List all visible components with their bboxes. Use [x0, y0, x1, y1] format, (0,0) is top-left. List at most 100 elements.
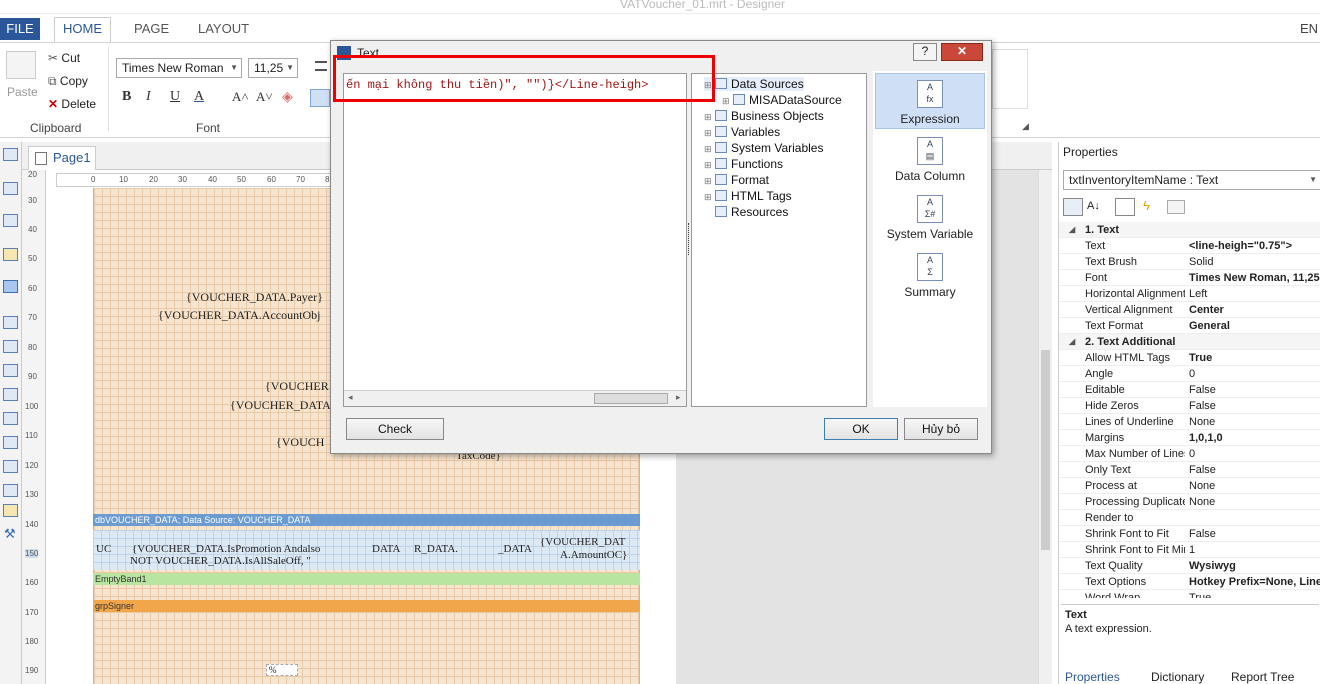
signer-band-header[interactable]: grpSigner: [93, 600, 640, 612]
voucher-short-field[interactable]: {VOUCH: [276, 435, 324, 450]
bold-icon[interactable]: B: [122, 89, 131, 105]
data-band-header[interactable]: dbVOUCHER_DATA; Data Source: VOUCHER_DAT…: [93, 514, 640, 526]
collapse-icon[interactable]: ◢: [1069, 222, 1075, 238]
property-value[interactable]: Times New Roman, 11,25: [1189, 270, 1320, 286]
property-value[interactable]: General: [1189, 318, 1320, 334]
property-value[interactable]: False: [1189, 382, 1320, 398]
italic-icon[interactable]: I: [146, 89, 151, 105]
row-cell[interactable]: A.AmountOC}: [560, 549, 627, 561]
sort-alpha-icon[interactable]: A↓: [1087, 200, 1100, 212]
expand-icon[interactable]: ⊞: [704, 112, 713, 123]
property-row[interactable]: Angle 0: [1059, 366, 1320, 382]
voucher-field[interactable]: {VOUCHER: [265, 379, 329, 394]
barcode-tool-icon[interactable]: [3, 484, 18, 497]
align-top-icon[interactable]: [315, 61, 327, 71]
property-value[interactable]: Left: [1189, 286, 1320, 302]
property-value[interactable]: False: [1189, 526, 1320, 542]
tree-node[interactable]: ⊞ MISADataSource: [722, 93, 842, 107]
copy-button[interactable]: ⧉ Copy: [48, 74, 88, 89]
grow-font-icon[interactable]: A˄: [232, 89, 249, 105]
summary-button[interactable]: A Σ Summary: [875, 247, 985, 303]
system-variable-button[interactable]: A Σ# System Variable: [875, 189, 985, 245]
voucher-data-field[interactable]: {VOUCHER_DATA: [230, 398, 331, 413]
font-size-combo[interactable]: 11,25 ▼: [248, 58, 298, 78]
row-cell[interactable]: UC: [96, 543, 111, 555]
scroll-thumb[interactable]: [594, 393, 668, 404]
data-column-button[interactable]: A ▤ Data Column: [875, 131, 985, 187]
property-row[interactable]: Horizontal Alignment Left: [1059, 286, 1320, 302]
property-row[interactable]: Text Format General: [1059, 318, 1320, 334]
ok-button[interactable]: OK: [824, 418, 898, 440]
tree-node[interactable]: ⊞ System Variables: [704, 141, 823, 155]
cut-button[interactable]: ✂ Cut: [48, 51, 80, 65]
scroll-thumb[interactable]: [1041, 350, 1050, 550]
tab-report-tree[interactable]: Report Tree: [1231, 670, 1294, 684]
canvas-scrollbar[interactable]: [1038, 170, 1052, 684]
property-value[interactable]: Hotkey Prefix=None, Line: [1189, 574, 1320, 590]
property-row[interactable]: Shrink Font to Fit Min 1: [1059, 542, 1320, 558]
property-row[interactable]: Text Brush Solid: [1059, 254, 1320, 270]
property-value[interactable]: None: [1189, 478, 1320, 494]
property-value[interactable]: <line-heigh="0.75">: [1189, 238, 1320, 254]
property-row[interactable]: Only Text False: [1059, 462, 1320, 478]
expand-icon[interactable]: ⊞: [704, 160, 713, 171]
tree-node[interactable]: ⊞ Variables: [704, 125, 780, 139]
tree-node[interactable]: ⊞ HTML Tags: [704, 189, 792, 203]
help-button[interactable]: ?: [913, 43, 937, 61]
align-icon[interactable]: [310, 89, 330, 107]
property-value[interactable]: 1,0,1,0: [1189, 430, 1320, 446]
eraser-icon[interactable]: ◈: [282, 89, 293, 106]
expression-editor[interactable]: ến mại không thu tiền)", "")}</Line-heig…: [343, 73, 687, 407]
text-tool-icon[interactable]: [3, 316, 18, 329]
categorized-icon[interactable]: [1063, 198, 1083, 216]
property-value[interactable]: Wysiwyg: [1189, 558, 1320, 574]
percent-field[interactable]: %: [266, 664, 298, 676]
tab-dictionary[interactable]: Dictionary: [1151, 670, 1204, 684]
property-value[interactable]: False: [1189, 462, 1320, 478]
property-value[interactable]: True: [1189, 590, 1320, 598]
account-object-field[interactable]: {VOUCHER_DATA.AccountObj: [158, 308, 320, 323]
tab-layout[interactable]: LAYOUT: [190, 18, 257, 40]
empty-band-header[interactable]: EmptyBand1: [93, 573, 640, 585]
row-cell[interactable]: R_DATA.: [414, 543, 458, 555]
tree-node[interactable]: ⊞ Functions: [704, 157, 783, 171]
property-row[interactable]: Shrink Font to Fit False: [1059, 526, 1320, 542]
clone-tool-icon[interactable]: [3, 460, 18, 473]
tools-icon[interactable]: ⚒: [4, 526, 16, 542]
property-row[interactable]: Allow HTML Tags True: [1059, 350, 1320, 366]
property-row[interactable]: Process at None: [1059, 478, 1320, 494]
property-value[interactable]: 0: [1189, 446, 1320, 462]
property-row[interactable]: Hide Zeros False: [1059, 398, 1320, 414]
property-row[interactable]: Text Quality Wysiwyg: [1059, 558, 1320, 574]
row-cell[interactable]: {VOUCHER_DAT: [540, 536, 625, 548]
tab-properties[interactable]: Properties: [1065, 670, 1120, 684]
expand-icon[interactable]: ⊞: [704, 128, 713, 139]
property-row[interactable]: Render to: [1059, 510, 1320, 526]
shape-tool-icon[interactable]: [3, 436, 18, 449]
rich-text-tool-icon[interactable]: [3, 340, 18, 353]
row-cell[interactable]: _DATA: [498, 543, 532, 555]
payer-field[interactable]: {VOUCHER_DATA.Payer}: [186, 290, 323, 305]
property-value[interactable]: True: [1189, 350, 1320, 366]
expand-icon[interactable]: ⊞: [722, 96, 731, 107]
image-tool-icon[interactable]: [3, 248, 18, 261]
property-row[interactable]: Max Number of Lines 0: [1059, 446, 1320, 462]
events-icon[interactable]: ϟ: [1143, 198, 1150, 213]
row-cell[interactable]: DATA: [372, 543, 400, 555]
property-row[interactable]: Lines of Underline None: [1059, 414, 1320, 430]
editor-hscrollbar[interactable]: ◂ ▸: [344, 390, 686, 406]
property-row[interactable]: Vertical Alignment Center: [1059, 302, 1320, 318]
property-row[interactable]: Margins 1,0,1,0: [1059, 430, 1320, 446]
cancel-button[interactable]: Hủy bỏ: [904, 418, 978, 440]
table-tool-icon[interactable]: [3, 214, 18, 227]
arrow-right-icon[interactable]: ▸: [676, 392, 681, 403]
picture-tool-icon[interactable]: [3, 504, 18, 517]
tab-page1[interactable]: Page1: [28, 146, 96, 170]
property-value[interactable]: None: [1189, 494, 1320, 510]
component-tool-icon[interactable]: [3, 280, 18, 293]
grid-icon[interactable]: [1167, 200, 1185, 214]
tree-node[interactable]: Resources: [704, 205, 788, 219]
font-color-icon[interactable]: A: [194, 89, 204, 105]
style-gallery[interactable]: [992, 49, 1028, 109]
underline-icon[interactable]: U: [170, 89, 180, 105]
